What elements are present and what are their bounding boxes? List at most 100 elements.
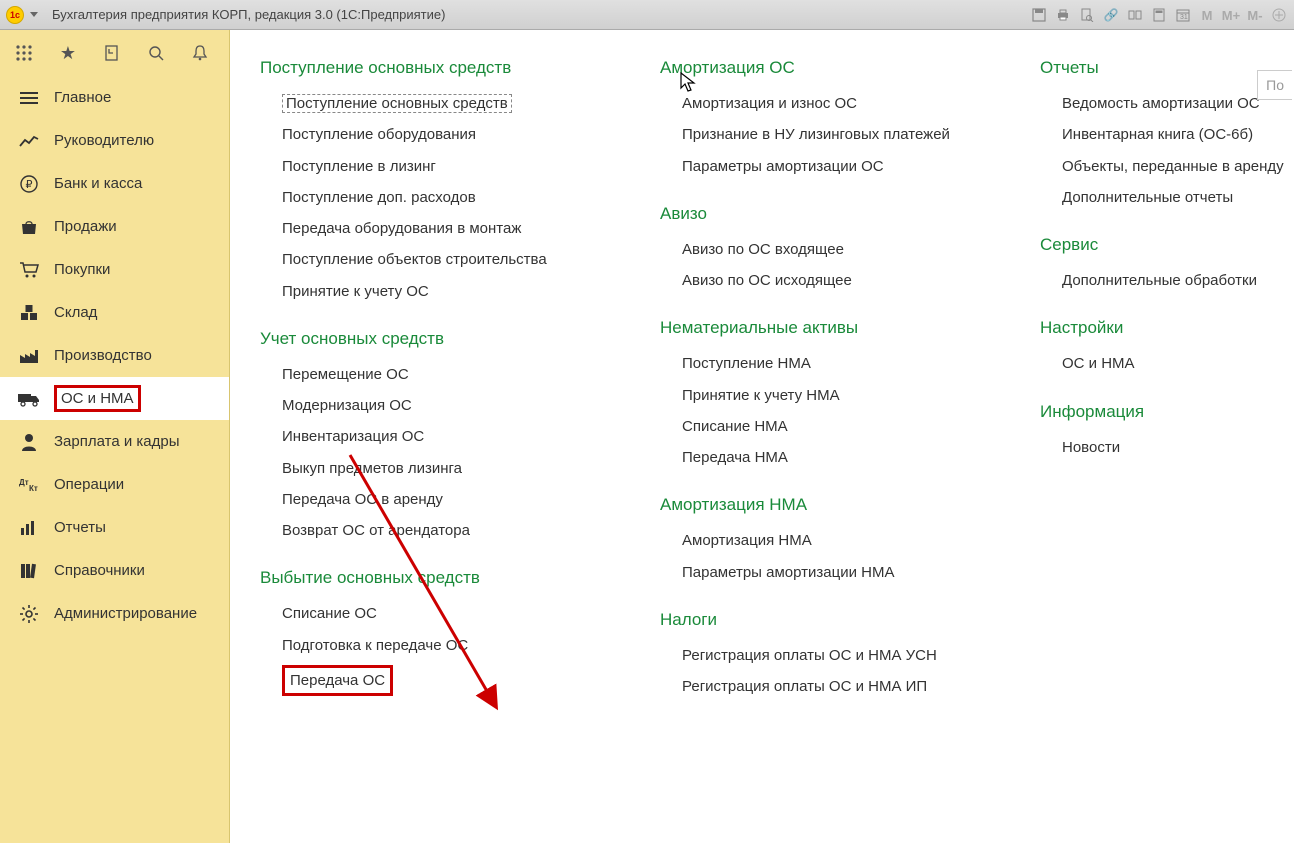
nav-label: Отчеты	[54, 519, 106, 536]
nav-warehouse[interactable]: Склад	[0, 291, 229, 334]
bar-chart-icon	[18, 518, 40, 538]
svg-text:31: 31	[1180, 14, 1188, 21]
chart-line-icon	[18, 131, 40, 151]
nav-label: Операции	[54, 476, 124, 493]
link-tax-usn[interactable]: Регистрация оплаты ОС и НМА УСН	[682, 640, 990, 671]
search-input[interactable]: По	[1257, 70, 1292, 100]
link-aviso-in[interactable]: Авизо по ОС входящее	[682, 234, 990, 265]
link-amort-wear[interactable]: Амортизация и износ ОС	[682, 88, 990, 119]
section-title: Информация	[1040, 402, 1294, 422]
nav-main[interactable]: Главное	[0, 76, 229, 119]
link-inventory-book[interactable]: Инвентарная книга (ОС-6б)	[1062, 119, 1294, 150]
link-buyout-leasing[interactable]: Выкуп предметов лизинга	[282, 453, 610, 484]
section-account-os: Учет основных средств Перемещение ОС Мод…	[260, 329, 610, 547]
link-amort-nma-params[interactable]: Параметры амортизации НМА	[682, 557, 990, 588]
memory-mminus-icon[interactable]: M-	[1246, 6, 1264, 24]
section-title: Налоги	[660, 610, 990, 630]
link-transfer-nma[interactable]: Передача НМА	[682, 442, 990, 473]
nav-reports[interactable]: Отчеты	[0, 506, 229, 549]
nav-label: Главное	[54, 89, 111, 106]
nav-hr[interactable]: Зарплата и кадры	[0, 420, 229, 463]
memory-mplus-icon[interactable]: M+	[1222, 6, 1240, 24]
link-icon[interactable]: 🔗	[1102, 6, 1120, 24]
link-move-os[interactable]: Перемещение ОС	[282, 359, 610, 390]
link-extra-reports[interactable]: Дополнительные отчеты	[1062, 182, 1294, 213]
expand-icon[interactable]	[1270, 6, 1288, 24]
nav-operations[interactable]: ДтКт Операции	[0, 463, 229, 506]
link-receipt-addcost[interactable]: Поступление доп. расходов	[282, 182, 610, 213]
link-writeoff-os[interactable]: Списание ОС	[282, 598, 610, 629]
print-icon[interactable]	[1054, 6, 1072, 24]
section-title: Выбытие основных средств	[260, 568, 610, 588]
link-receipt-equip[interactable]: Поступление оборудования	[282, 119, 610, 150]
operations-icon: ДтКт	[18, 475, 40, 495]
app-menu-dropdown-icon[interactable]	[30, 12, 38, 17]
link-inventory-os[interactable]: Инвентаризация ОС	[282, 421, 610, 452]
search-icon[interactable]	[146, 43, 166, 63]
search-doc-icon[interactable]	[1078, 6, 1096, 24]
link-modern-os[interactable]: Модернизация ОС	[282, 390, 610, 421]
apps-grid-icon[interactable]	[14, 43, 34, 63]
link-aviso-out[interactable]: Авизо по ОС исходящее	[682, 265, 990, 296]
title-tools: 🔗 31 M M+ M-	[1030, 0, 1288, 30]
history-icon[interactable]	[102, 43, 122, 63]
nav-purchases[interactable]: Покупки	[0, 248, 229, 291]
nav-bank[interactable]: ₽ Банк и касса	[0, 162, 229, 205]
link-receipt-nma[interactable]: Поступление НМА	[682, 348, 990, 379]
menu-icon	[18, 88, 40, 108]
factory-icon	[18, 346, 40, 366]
save-icon[interactable]	[1030, 6, 1048, 24]
nav-manager[interactable]: Руководителю	[0, 119, 229, 162]
link-amort-params[interactable]: Параметры амортизации ОС	[682, 151, 990, 182]
section-title: Отчеты	[1040, 58, 1294, 78]
section-title: Учет основных средств	[260, 329, 610, 349]
calendar-icon[interactable]: 31	[1174, 6, 1192, 24]
link-extra-processing[interactable]: Дополнительные обработки	[1062, 265, 1294, 296]
sidebar: ★ Главное Руководителю ₽ Банк и касса Пр…	[0, 30, 230, 843]
link-news[interactable]: Новости	[1062, 432, 1294, 463]
bell-icon[interactable]	[190, 43, 210, 63]
app-logo-icon: 1c	[6, 6, 24, 24]
link-accept-os[interactable]: Принятие к учету ОС	[282, 276, 610, 307]
calc-icon[interactable]	[1150, 6, 1168, 24]
column-3: Отчеты Ведомость амортизации ОС Инвентар…	[1040, 58, 1294, 724]
section-amort-nma: Амортизация НМА Амортизация НМА Параметр…	[660, 495, 990, 588]
link-receipt-leasing[interactable]: Поступление в лизинг	[282, 151, 610, 182]
svg-text:Кт: Кт	[29, 484, 38, 492]
nav-label: Склад	[54, 304, 97, 321]
compare-icon[interactable]	[1126, 6, 1144, 24]
search-placeholder: По	[1266, 77, 1284, 93]
section-title: Сервис	[1040, 235, 1294, 255]
link-tax-ip[interactable]: Регистрация оплаты ОС и НМА ИП	[682, 671, 990, 702]
link-rent-os[interactable]: Передача ОС в аренду	[282, 484, 610, 515]
link-transfer-os[interactable]: Передача ОС	[282, 661, 610, 700]
section-taxes: Налоги Регистрация оплаты ОС и НМА УСН Р…	[660, 610, 990, 703]
link-lease-payments[interactable]: Признание в НУ лизинговых платежей	[682, 119, 990, 150]
link-rented-objects[interactable]: Объекты, переданные в аренду	[1062, 151, 1294, 182]
link-accept-nma[interactable]: Принятие к учету НМА	[682, 380, 990, 411]
link-settings-os-nma[interactable]: ОС и НМА	[1062, 348, 1294, 379]
nav-label: Продажи	[54, 218, 117, 235]
nav-os-nma[interactable]: ОС и НМА	[0, 377, 229, 420]
link-receipt-construction[interactable]: Поступление объектов строительства	[282, 244, 610, 275]
column-1: Поступление основных средств Поступление…	[260, 58, 610, 724]
nav-label: Покупки	[54, 261, 110, 278]
nav-label: Производство	[54, 347, 152, 364]
nav-sales[interactable]: Продажи	[0, 205, 229, 248]
link-amort-nma[interactable]: Амортизация НМА	[682, 525, 990, 556]
nav-admin[interactable]: Администрирование	[0, 592, 229, 635]
link-return-rent[interactable]: Возврат ОС от арендатора	[282, 515, 610, 546]
titlebar: 1c Бухгалтерия предприятия КОРП, редакци…	[0, 0, 1294, 30]
nav-production[interactable]: Производство	[0, 334, 229, 377]
person-icon	[18, 432, 40, 452]
ruble-icon: ₽	[18, 174, 40, 194]
link-receipt-os[interactable]: Поступление основных средств	[282, 88, 610, 119]
link-writeoff-nma[interactable]: Списание НМА	[682, 411, 990, 442]
nav-label: Администрирование	[54, 605, 197, 622]
star-icon[interactable]: ★	[58, 43, 78, 63]
svg-text:Дт: Дт	[19, 478, 29, 487]
link-prepare-transfer[interactable]: Подготовка к передаче ОС	[282, 630, 610, 661]
memory-m-icon[interactable]: M	[1198, 6, 1216, 24]
nav-directories[interactable]: Справочники	[0, 549, 229, 592]
link-transfer-install[interactable]: Передача оборудования в монтаж	[282, 213, 610, 244]
